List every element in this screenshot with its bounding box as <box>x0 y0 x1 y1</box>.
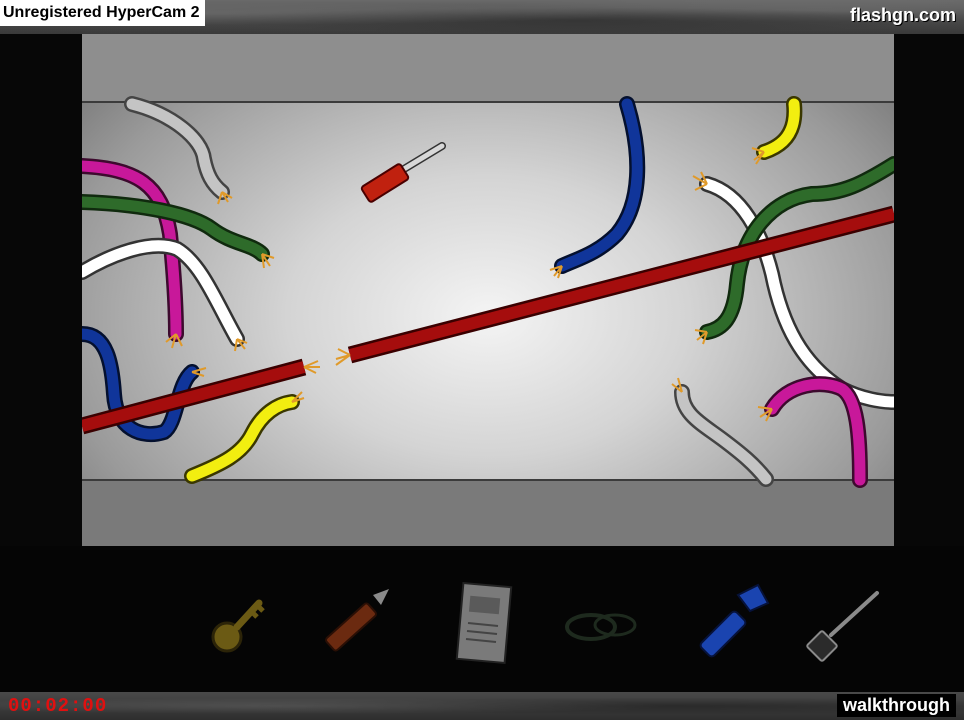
inventory-slot-flashlight[interactable] <box>680 575 780 675</box>
key-icon <box>211 599 265 653</box>
right-border <box>894 34 964 546</box>
recorder-watermark: Unregistered HyperCam 2 <box>0 0 205 26</box>
screwdriver-shaft <box>401 143 445 172</box>
utility-knife-icon <box>325 589 389 652</box>
inventory-slot-utility-knife[interactable] <box>305 575 405 675</box>
walkthrough-button[interactable]: walkthrough <box>837 694 956 717</box>
site-logo[interactable]: flashgn.com <box>850 5 956 26</box>
panel-top-band <box>82 34 894 102</box>
inventory-slot-glasses[interactable] <box>555 575 655 675</box>
wire-panel-graphic <box>82 34 894 546</box>
left-border <box>0 34 82 546</box>
screwdriver-item[interactable] <box>360 142 446 203</box>
flashlight-icon <box>699 583 770 658</box>
inventory-slot-pliers[interactable] <box>795 575 895 675</box>
wire-panel-scene[interactable] <box>82 34 894 546</box>
note-icon <box>455 581 513 665</box>
game-timer: 00:02:00 <box>8 695 108 717</box>
panel-bottom-band <box>82 480 894 546</box>
screwdriver-handle <box>360 163 410 203</box>
inventory-slot-key[interactable] <box>185 575 285 675</box>
bottom-banner <box>0 692 964 720</box>
wire-magenta-right-fill <box>766 378 866 486</box>
wire-white-left-fill <box>82 240 243 345</box>
wire-gray-right-fill <box>676 386 772 485</box>
game-frame: Unregistered HyperCam 2 flashgn.com 00:0… <box>0 0 964 720</box>
glasses-icon <box>565 613 637 641</box>
pliers-icon <box>806 591 879 662</box>
inventory-slot-note[interactable] <box>440 575 540 675</box>
